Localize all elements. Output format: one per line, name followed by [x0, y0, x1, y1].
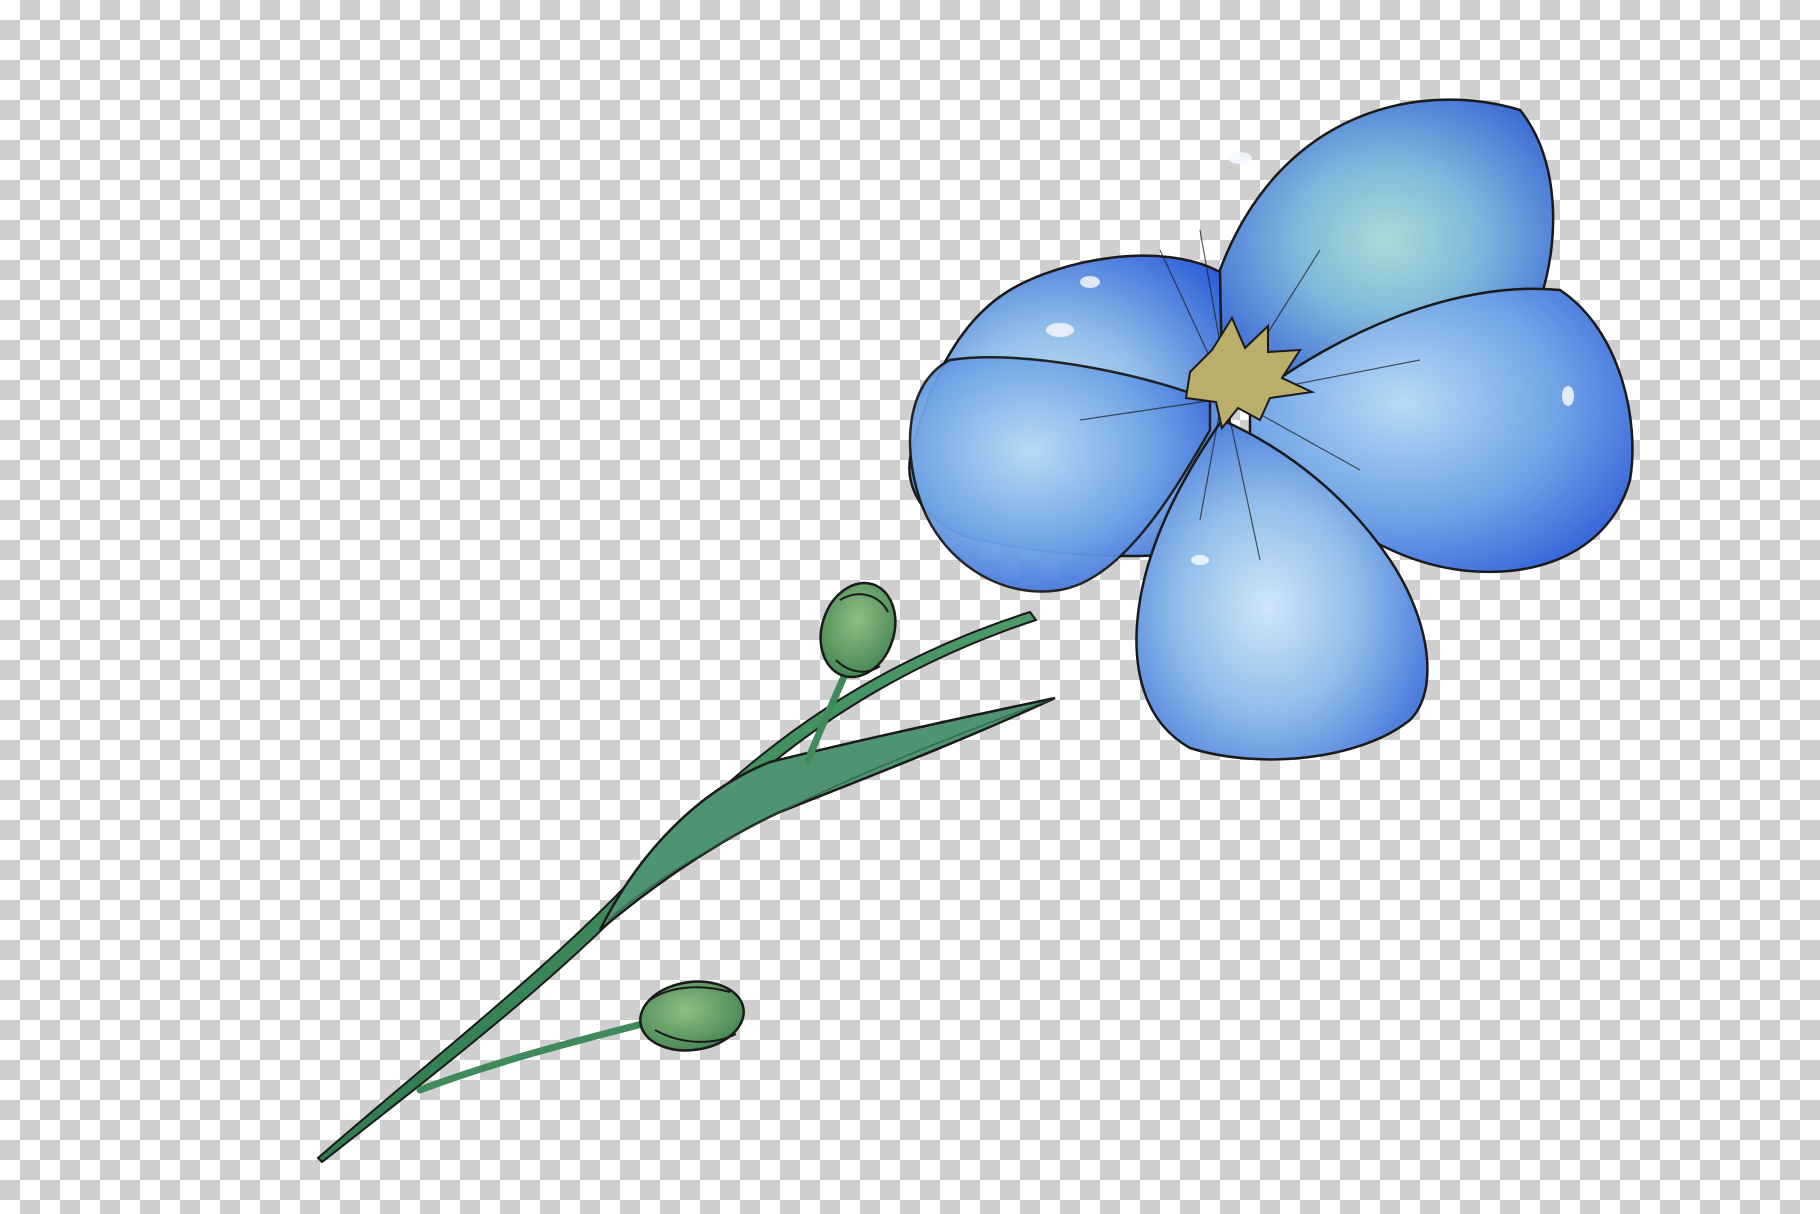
- bud-lower: [639, 980, 745, 1052]
- flower: [908, 98, 1634, 761]
- flax-flower-illustration: [316, 98, 1634, 1164]
- stem: [316, 610, 1038, 1164]
- transparency-checkerboard-background: [0, 0, 1820, 1214]
- leaf: [598, 696, 1056, 931]
